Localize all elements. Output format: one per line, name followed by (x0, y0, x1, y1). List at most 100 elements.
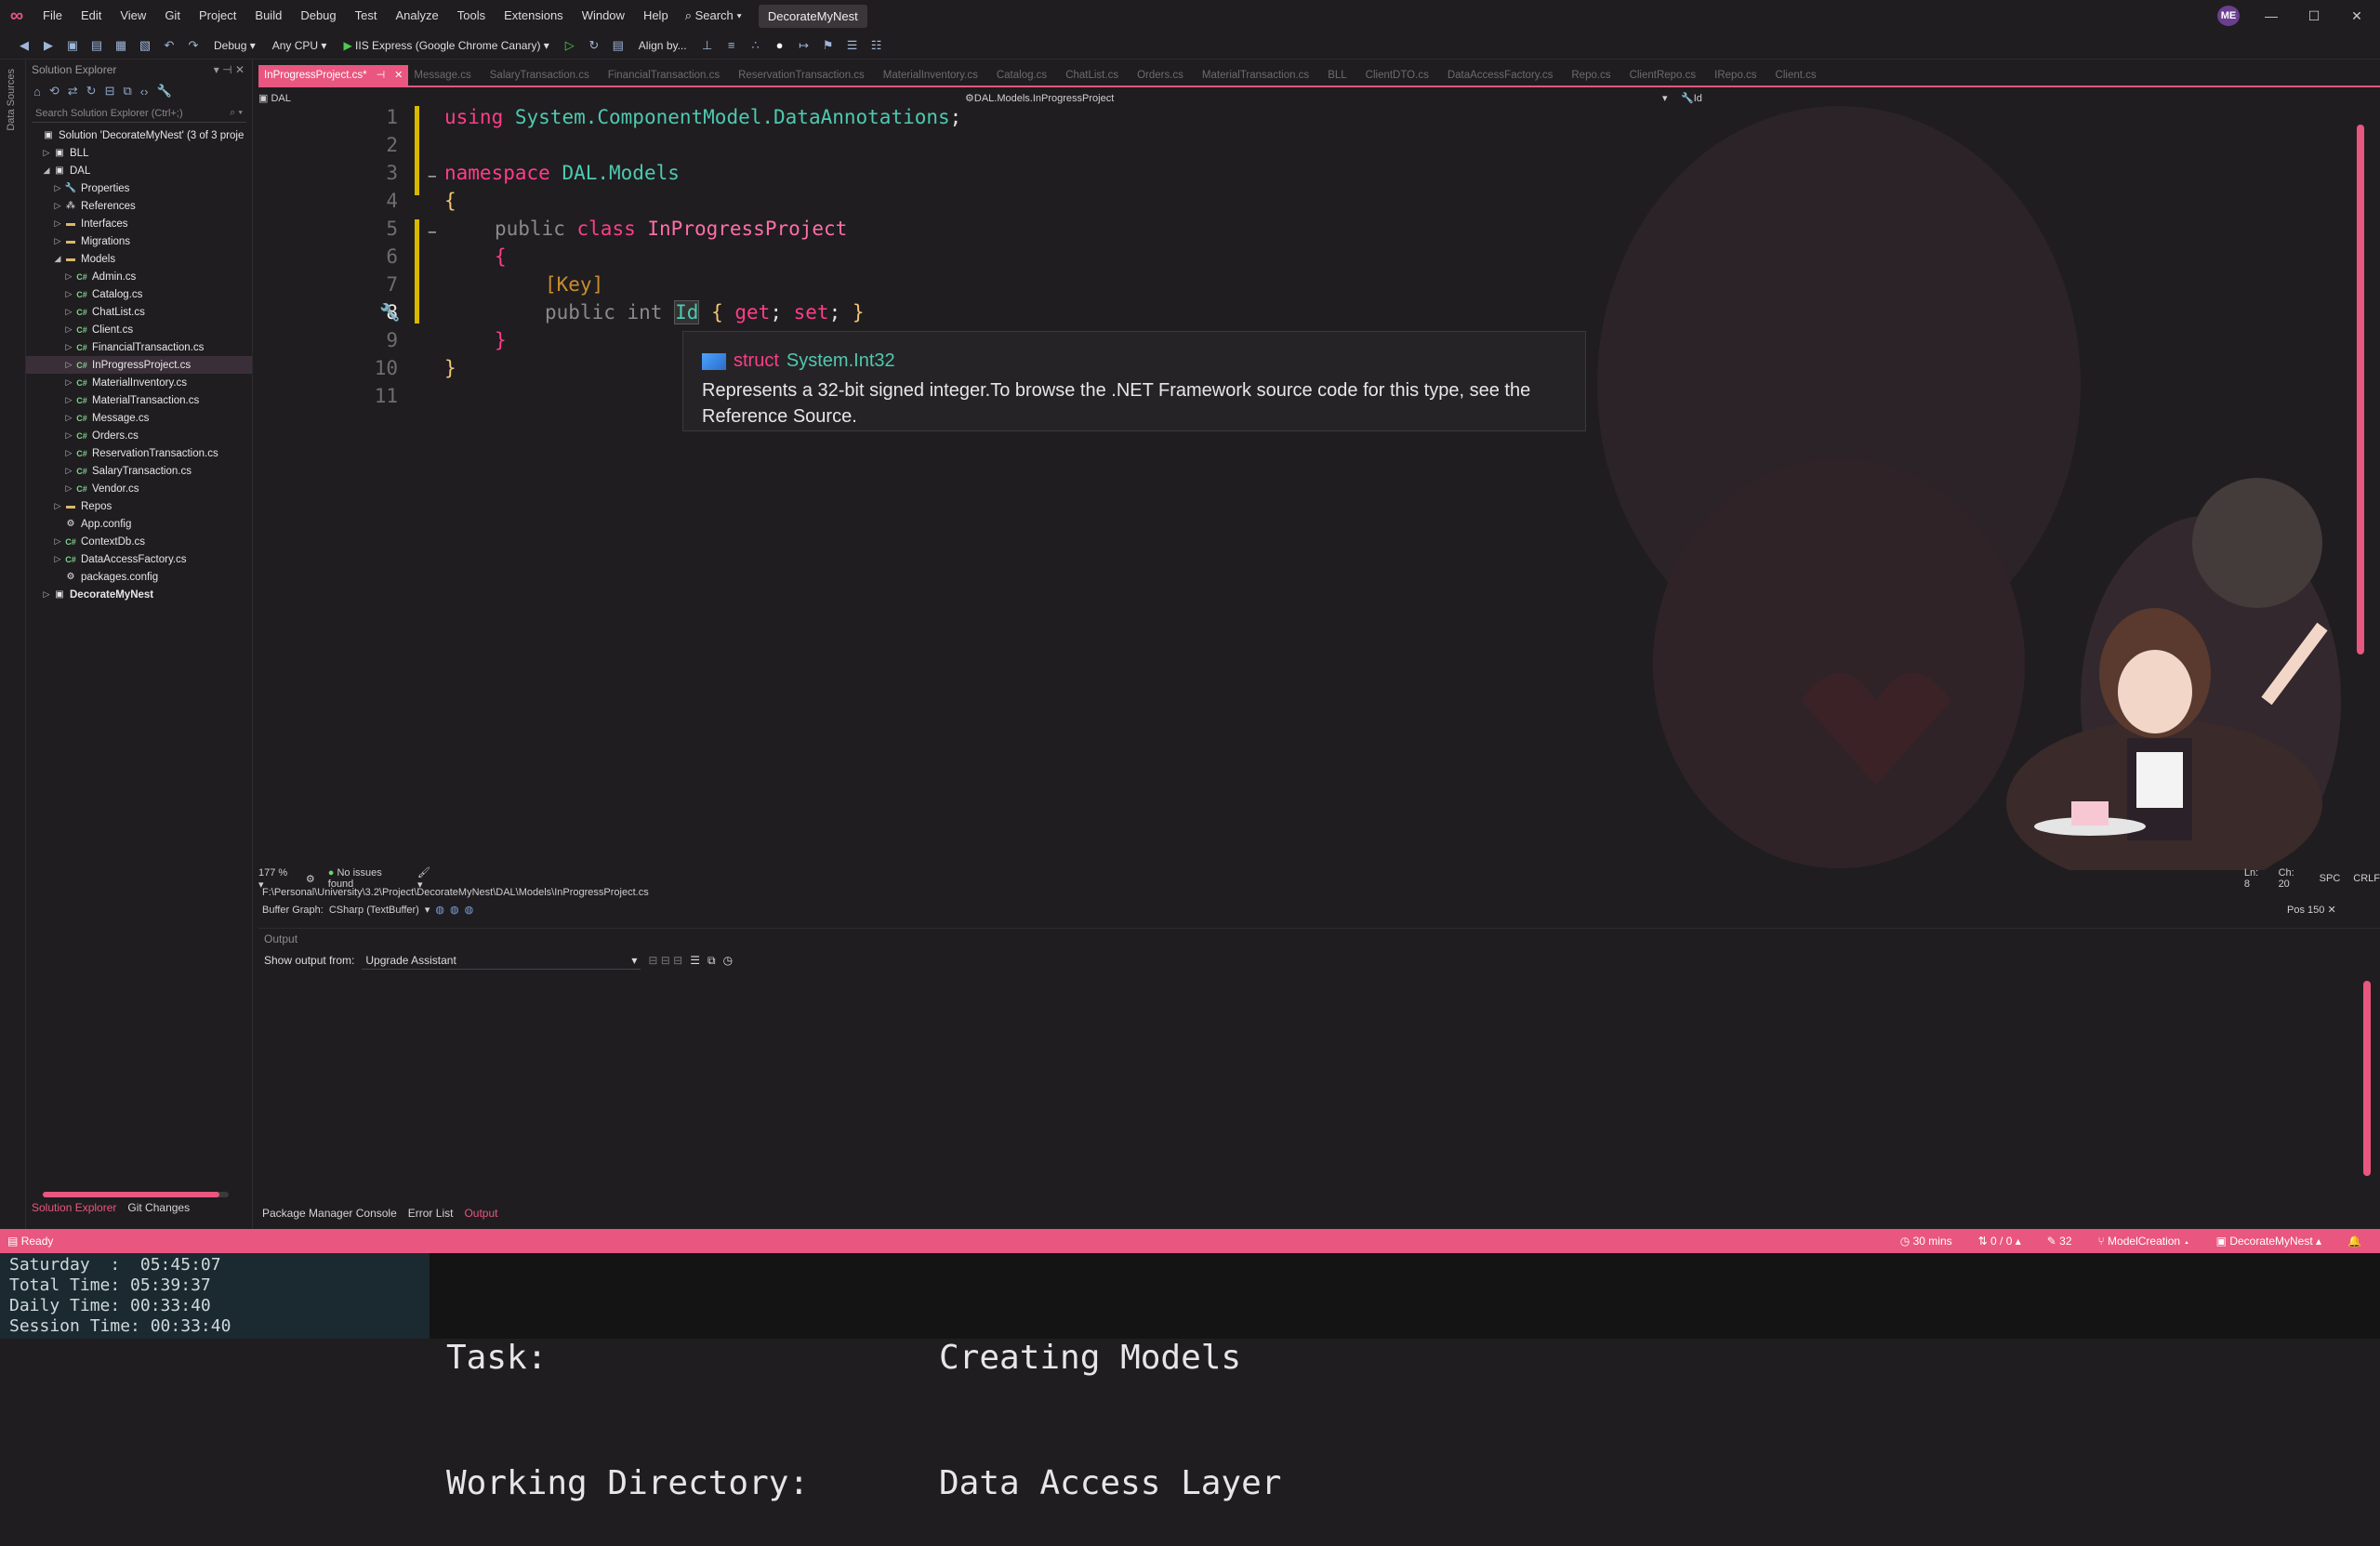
tree-node[interactable]: ▷ C# MaterialTransaction.cs (26, 391, 252, 409)
expand-arrow-icon[interactable]: ▷ (63, 342, 74, 352)
document-tab[interactable]: Message.cs (408, 65, 483, 86)
buffer-graph-dropdown[interactable]: CSharp (TextBuffer) (329, 905, 419, 916)
step-icon[interactable]: ↦ (797, 38, 812, 53)
breakpoint-icon[interactable]: ● (773, 38, 787, 53)
tree-node[interactable]: ⚙ App.config (26, 515, 252, 533)
menu-build[interactable]: Build (245, 0, 291, 32)
output-scrollbar[interactable] (2363, 981, 2371, 1176)
code-editor[interactable]: 1 2 3 4 5 6 7 8 9 10 11 🔧 − − using Syst… (258, 106, 2365, 870)
fold-toggle-icon[interactable]: − (428, 167, 437, 185)
save-icon[interactable]: ▦ (113, 38, 128, 53)
expand-arrow-icon[interactable]: ▷ (63, 307, 74, 317)
align-icon[interactable]: ⊥ (700, 38, 715, 53)
expand-arrow-open-icon[interactable]: ◢ (52, 254, 63, 264)
new-project-icon[interactable]: ▣ (65, 38, 80, 53)
tree-node[interactable]: ▷ ▣ DecorateMyNest (26, 586, 252, 603)
document-tab[interactable]: MaterialInventory.cs (878, 65, 991, 86)
format-icon[interactable]: ∴ (748, 38, 763, 53)
menu-help[interactable]: Help (634, 0, 678, 32)
tree-node[interactable]: ▷ ▣ BLL (26, 144, 252, 162)
configuration-dropdown[interactable]: Debug ▾ (210, 39, 259, 52)
redo-icon[interactable]: ↷ (186, 38, 201, 53)
expand-arrow-icon[interactable]: ▷ (63, 360, 74, 370)
document-tab[interactable]: Repo.cs (1566, 65, 1623, 86)
comment-icon[interactable]: ☰ (845, 38, 860, 53)
tree-node[interactable]: ▷ C# MaterialInventory.cs (26, 374, 252, 391)
uncomment-icon[interactable]: ☷ (869, 38, 884, 53)
tree-node[interactable]: ▷ ▬ Migrations (26, 232, 252, 250)
dropdown-arrow-icon[interactable]: ▾ (425, 904, 430, 916)
expand-arrow-icon[interactable]: ▷ (52, 236, 63, 246)
menu-project[interactable]: Project (190, 0, 245, 32)
expand-arrow-icon[interactable]: ▷ (63, 289, 74, 299)
menu-git[interactable]: Git (155, 0, 190, 32)
tree-node[interactable]: ▷ C# ReservationTransaction.cs (26, 444, 252, 462)
expand-arrow-icon[interactable]: ▷ (63, 448, 74, 458)
tree-node[interactable]: ▷ ▬ Interfaces (26, 215, 252, 232)
identifier-token-highlighted[interactable]: Id (674, 300, 700, 324)
document-tab[interactable]: BLL (1322, 65, 1359, 86)
undo-icon[interactable]: ↶ (162, 38, 177, 53)
tree-node[interactable]: ▣ Solution 'DecorateMyNest' (3 of 3 proje (26, 126, 252, 144)
pin-icon[interactable]: ⊣ (377, 70, 386, 81)
menu-edit[interactable]: Edit (72, 0, 111, 32)
bookmark-icon[interactable]: ⚑ (821, 38, 836, 53)
home-icon[interactable]: ⌂ (33, 85, 41, 99)
view-code-icon[interactable]: ‹› (140, 85, 149, 99)
sync-icon[interactable]: ⟲ (49, 84, 60, 99)
properties-icon[interactable]: 🔧 (156, 84, 171, 99)
expand-arrow-icon[interactable]: ▷ (52, 554, 63, 564)
expand-arrow-icon[interactable]: ▷ (52, 218, 63, 229)
tree-node[interactable]: ▷ C# Orders.cs (26, 427, 252, 444)
show-all-files-icon[interactable]: ⧉ (123, 84, 131, 99)
tree-node[interactable]: ▷ C# Message.cs (26, 409, 252, 427)
fold-toggle-icon[interactable]: − (428, 223, 437, 241)
tree-node[interactable]: ⚙ packages.config (26, 568, 252, 586)
document-tab[interactable]: ClientRepo.cs (1624, 65, 1710, 86)
document-tab[interactable]: ReservationTransaction.cs (733, 65, 878, 86)
sync-indicator[interactable]: ⇅ 0 / 0 ▴ (1978, 1235, 2021, 1248)
refresh-icon[interactable]: ↻ (587, 38, 602, 53)
data-sources-tab[interactable]: Data Sources (6, 69, 17, 131)
menu-debug[interactable]: Debug (291, 0, 345, 32)
type-dropdown[interactable]: ⚙DAL.Models.InProgressProject (965, 92, 1662, 104)
branch-indicator[interactable]: ⑂ ModelCreation ▴ (2098, 1235, 2190, 1248)
pending-edits-indicator[interactable]: ✎ 32 (2047, 1235, 2072, 1248)
tab-output[interactable]: Output (464, 1207, 497, 1220)
maximize-button[interactable]: ☐ (2293, 0, 2335, 32)
expand-arrow-icon[interactable]: ▷ (63, 395, 74, 405)
document-tab[interactable]: ClientDTO.cs (1360, 65, 1442, 86)
distribute-icon[interactable]: ≡ (724, 38, 739, 53)
tree-node[interactable]: ▷ C# Vendor.cs (26, 480, 252, 497)
start-without-debugging-icon[interactable]: ▷ (562, 38, 577, 53)
document-tab[interactable]: MaterialTransaction.cs (1197, 65, 1322, 86)
type-dropdown-arrow[interactable]: ▾ (1662, 92, 1681, 104)
tree-node[interactable]: ◢ ▣ DAL (26, 162, 252, 179)
graph-icon[interactable]: ◍ (465, 904, 474, 916)
expand-arrow-icon[interactable]: ▷ (63, 483, 74, 494)
tree-node[interactable]: ▷ ⁂ References (26, 197, 252, 215)
time-tracker[interactable]: ◷ 30 mins (1900, 1235, 1952, 1248)
graph-icon[interactable]: ◍ (450, 904, 459, 916)
collapse-all-icon[interactable]: ⊟ (105, 84, 115, 99)
line-indicator[interactable]: Ln: 8 (2244, 867, 2266, 890)
document-tab[interactable]: IRepo.cs (1709, 65, 1769, 86)
menu-test[interactable]: Test (346, 0, 387, 32)
expand-arrow-icon[interactable]: ▷ (63, 324, 74, 335)
menu-view[interactable]: View (111, 0, 155, 32)
expand-arrow-icon[interactable]: ▷ (63, 430, 74, 441)
avatar[interactable]: ME (2217, 6, 2240, 26)
document-tab[interactable]: Client.cs (1770, 65, 1830, 86)
close-icon[interactable]: ✕ (2327, 905, 2335, 916)
tree-node[interactable]: ▷ C# Admin.cs (26, 268, 252, 285)
clear-all-icon[interactable]: ⊟ ⊟ ⊟ (648, 954, 682, 967)
document-tab[interactable]: Orders.cs (1131, 65, 1197, 86)
expand-arrow-icon[interactable]: ▷ (63, 377, 74, 388)
run-button[interactable]: ▶ IIS Express (Google Chrome Canary) ▾ (339, 39, 552, 52)
output-icon[interactable]: ▤ (7, 1235, 18, 1248)
output-source-dropdown[interactable]: Upgrade Assistant ▾ (362, 952, 641, 970)
expand-arrow-icon[interactable]: ▷ (63, 271, 74, 282)
line-ending-indicator[interactable]: CRLF (2353, 873, 2380, 884)
tree-node[interactable]: ▷ 🔧 Properties (26, 179, 252, 197)
expand-arrow-icon[interactable]: ▷ (52, 501, 63, 511)
